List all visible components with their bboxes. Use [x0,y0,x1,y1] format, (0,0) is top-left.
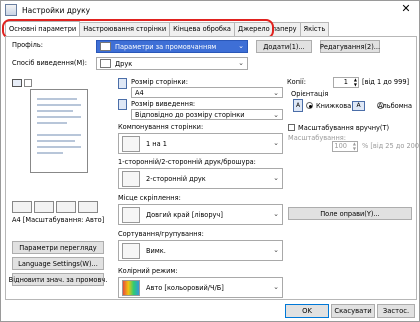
preview-mode-icon[interactable] [12,79,22,87]
duplex-select[interactable]: 2-сторонній друк ⌄ [118,168,283,189]
sorting-off-icon [122,242,140,259]
duplex-print-icon [122,170,140,187]
scaling-range: % [від 25 до 200] [362,142,420,150]
output-method-select[interactable]: Друк ⌄ [96,57,248,70]
tab-quality[interactable]: Якість [299,22,330,36]
manual-scaling-checkbox[interactable] [288,124,295,131]
portrait-radio[interactable] [306,102,313,109]
print-icon [100,59,111,68]
chevron-down-icon: ⌄ [273,246,279,254]
scaling-spinner[interactable]: 100 ▲ ▼ [332,141,358,152]
landscape-icon: A [352,101,365,111]
chevron-down-icon: ⌄ [273,210,279,218]
output-size-value: Відповідно до розміру сторінки [135,110,245,119]
title-bar: Настройки друку ✕ [1,1,419,19]
preview-layout-icon[interactable] [24,79,32,87]
color-mode-label: Колірний режим: [118,267,178,275]
preview-view-button-1[interactable] [12,201,32,213]
output-size-select[interactable]: Відповідно до розміру сторінки ⌄ [131,109,283,120]
orientation-label: Орієнтація [291,90,329,98]
copies-spinner[interactable]: 1 ▲ ▼ [333,77,359,88]
tab-strip: Основні параметри Настроювання сторінки … [5,21,330,36]
page-size-value: A4 [135,88,144,97]
duplex-value: 2-сторонній друк [146,174,206,183]
color-mode-select[interactable]: Авто [кольоровий/Ч/Б] ⌄ [118,277,283,298]
output-size-label: Розмір виведення: [131,100,196,108]
copies-label: Копії: [287,78,306,86]
tab-page-setup[interactable]: Настроювання сторінки [79,22,171,36]
color-auto-icon [122,279,140,296]
scaling-value: 100 [334,142,347,150]
layout-1-on-1-icon [122,135,140,152]
print-settings-window: Настройки друку ✕ Основні параметри Наст… [0,0,420,322]
basic-settings-panel: Профіль: Параметри за промовчанням ⌄ Дод… [5,36,420,300]
printer-app-icon [5,4,17,16]
page-size-label: Розмір сторінки: [131,78,188,86]
chevron-down-icon: ⌄ [273,89,279,97]
output-method-value: Друк [115,59,133,68]
page-layout-select[interactable]: 1 на 1 ⌄ [118,133,283,154]
output-size-icon [118,99,127,110]
cancel-button[interactable]: Скасувати [331,304,375,318]
portrait-label: Книжкова [316,102,352,110]
spinner-arrows-icon[interactable]: ▲ ▼ [354,77,357,87]
close-icon[interactable]: ✕ [399,3,413,15]
chevron-down-icon: ⌄ [273,139,279,147]
language-settings-button[interactable]: Language Settings(W)... [12,257,104,270]
copies-value: 1 [343,78,348,86]
binding-value: Довгий край [ліворуч] [146,210,223,219]
tab-paper-source[interactable]: Джерело паперу [233,22,301,36]
binding-select[interactable]: Довгий край [ліворуч] ⌄ [118,204,283,225]
binding-margin-button[interactable]: Поле оправи(Y)... [288,207,412,220]
preview-view-button-4[interactable] [78,201,98,213]
page-layout-label: Компонування сторінки: [118,123,204,131]
restore-defaults-button[interactable]: Відновити знач. за промовч. [9,273,107,286]
profile-label: Профіль: [12,41,43,49]
portrait-icon: A [293,99,303,112]
profile-value: Параметри за промовчанням [115,42,217,51]
output-method-label: Спосіб виведення(M): [12,59,87,67]
manual-scaling-label: Масштабування вручну(T) [298,124,390,132]
preview-caption: A4 [Масштабування: Авто] [12,216,105,224]
copies-range: [від 1 до 999] [362,78,410,86]
page-preview [30,89,88,173]
profile-icon [100,42,111,51]
page-size-select[interactable]: A4 ⌄ [131,87,283,98]
tab-basic-settings[interactable]: Основні параметри [5,21,81,36]
sorting-value: Вимк. [146,246,166,255]
tab-finishing[interactable]: Кінцева обробка [169,22,235,36]
sorting-label: Сортування/групування: [118,230,204,238]
chevron-down-icon: ⌄ [273,174,279,182]
landscape-label: Альбомна [378,102,413,110]
page-layout-value: 1 на 1 [146,139,167,148]
profile-add-button[interactable]: Додати(1)... [256,40,312,53]
binding-label: Місце скріплення: [118,194,181,202]
chevron-down-icon: ⌄ [238,59,244,67]
spinner-arrows-icon[interactable]: ▲ ▼ [353,141,356,151]
window-title: Настройки друку [22,5,91,15]
preview-view-button-3[interactable] [56,201,76,213]
chevron-down-icon: ⌄ [238,42,244,50]
profile-edit-button[interactable]: Редагування(2)... [320,40,380,53]
preview-settings-button[interactable]: Параметри перегляду [12,241,104,254]
chevron-down-icon: ⌄ [273,111,279,119]
ok-button[interactable]: OK [285,304,329,318]
sorting-select[interactable]: Вимк. ⌄ [118,240,283,261]
preview-view-button-2[interactable] [34,201,54,213]
chevron-down-icon: ⌄ [273,283,279,291]
profile-select[interactable]: Параметри за промовчанням ⌄ [96,40,248,53]
color-mode-value: Авто [кольоровий/Ч/Б] [146,283,224,292]
page-size-icon [118,78,127,89]
apply-button[interactable]: Застос. [377,304,415,318]
duplex-label: 1-сторонній/2-сторонній друк/брошура: [118,158,256,166]
long-edge-left-icon [122,206,140,223]
